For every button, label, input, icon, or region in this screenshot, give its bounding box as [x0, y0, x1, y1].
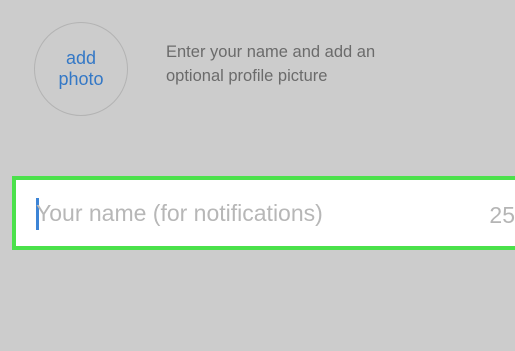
name-input[interactable]: [36, 190, 456, 236]
instruction-line-2: optional profile picture: [166, 67, 328, 85]
profile-section: add photo Enter your name and add an opt…: [0, 0, 515, 125]
instruction-line-1: Enter your name and add an: [166, 43, 376, 61]
add-photo-button[interactable]: add photo: [34, 22, 128, 116]
add-photo-label-line1: add: [65, 48, 97, 68]
add-photo-label-line2: photo: [58, 69, 104, 89]
character-count: 25: [489, 202, 515, 228]
name-field-container: 25: [12, 176, 515, 250]
profile-instruction: Enter your name and add an optional prof…: [166, 40, 486, 88]
